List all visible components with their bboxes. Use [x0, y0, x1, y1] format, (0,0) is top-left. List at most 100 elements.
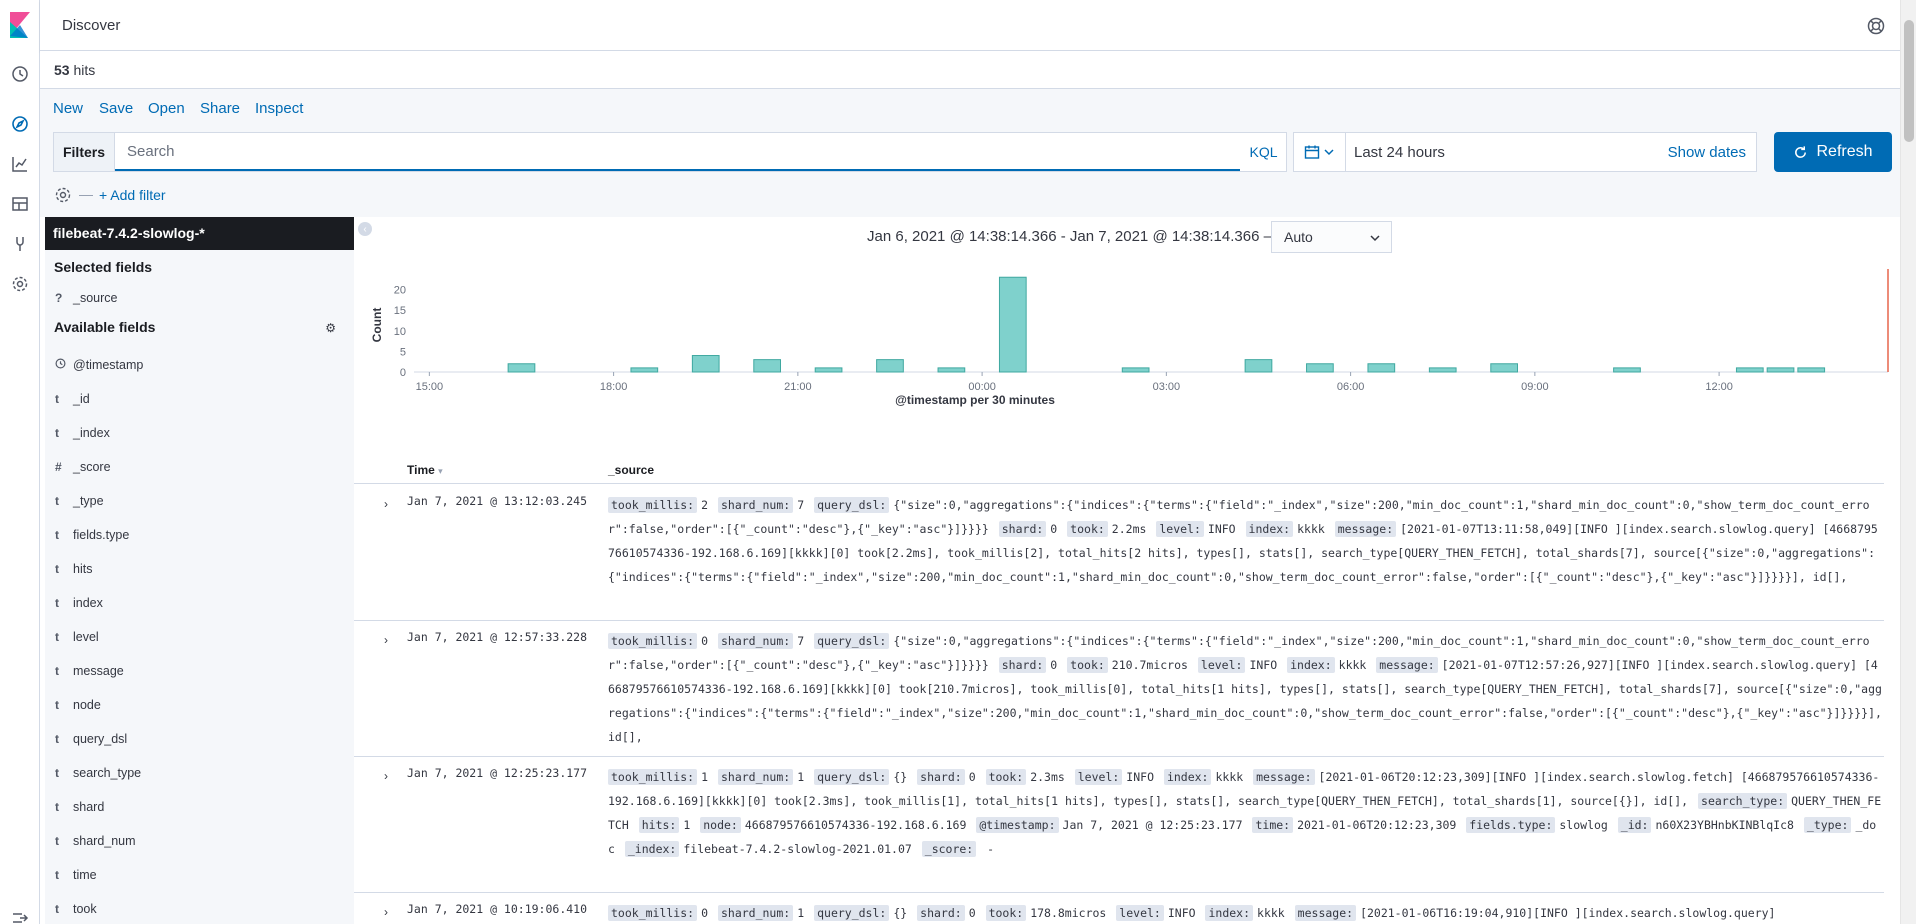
- source-field-key: message:: [1376, 657, 1438, 673]
- management-gear-icon[interactable]: [10, 274, 30, 294]
- source-field-key: message:: [1294, 905, 1357, 921]
- row-source: took_millis: 0 shard_num: 7 query_dsl: {"si…: [608, 629, 1882, 749]
- scrollbar-thumb[interactable]: [1904, 20, 1914, 142]
- field-name: took: [73, 902, 97, 916]
- histogram-chart[interactable]: Count 0 5 10 15 20 15:00 18:00 21:00 00:00 03:00 06…: [372, 269, 1900, 449]
- field-item--index[interactable]: t _index: [53, 426, 110, 440]
- dashboard-icon[interactable]: [10, 194, 30, 214]
- source-field: took: 2.2ms: [1067, 521, 1147, 537]
- expand-row-chevron-icon[interactable]: ›: [384, 497, 388, 511]
- source-field-value: 1: [701, 770, 709, 784]
- field-item-node[interactable]: t node: [53, 698, 101, 712]
- source-field-value: Jan 7, 2021 @ 12:25:23.177: [1062, 818, 1243, 832]
- column-header-source[interactable]: _source: [608, 463, 654, 477]
- field-type-string-icon: t: [55, 392, 59, 406]
- search-input[interactable]: [115, 133, 1240, 171]
- field-item--score[interactable]: # _score: [53, 460, 111, 474]
- interval-select[interactable]: Auto: [1271, 221, 1392, 253]
- table-row: › Jan 7, 2021 @ 13:12:03.245 took_millis: 2…: [354, 485, 1884, 621]
- help-lifebuoy-icon[interactable]: [1866, 16, 1886, 36]
- source-field: shard_num: 1: [717, 769, 805, 785]
- refresh-icon: [1795, 145, 1807, 158]
- field-item-level[interactable]: t level: [53, 630, 99, 644]
- source-field-value: 2: [701, 498, 709, 512]
- expand-row-chevron-icon[interactable]: ›: [384, 905, 388, 919]
- table-header: Time ▾ _source: [354, 460, 1884, 484]
- x-tick-label: 06:00: [1337, 381, 1365, 393]
- source-field: index: kkkk: [1205, 905, 1285, 921]
- source-field-key: message:: [1334, 521, 1397, 537]
- discover-compass-icon[interactable]: [10, 114, 30, 134]
- field-item-time[interactable]: t time: [53, 868, 97, 882]
- page-scrollbar[interactable]: [1900, 0, 1916, 924]
- field-item-shard-num[interactable]: t shard_num: [53, 834, 136, 848]
- menu-open[interactable]: Open: [148, 100, 185, 117]
- source-field-value: 2.3ms: [1030, 770, 1065, 784]
- selected-fields-heading: Selected fields: [54, 259, 153, 275]
- selected-field-item[interactable]: ? _source: [53, 291, 117, 305]
- source-field-key: shard:: [998, 657, 1047, 673]
- column-header-time[interactable]: Time ▾: [407, 463, 443, 477]
- source-field-key: level:: [1074, 769, 1123, 785]
- field-item-fields-type[interactable]: t fields.type: [53, 528, 129, 542]
- field-type-string-icon: t: [55, 596, 59, 610]
- filter-options-gear-icon[interactable]: [53, 185, 73, 205]
- source-field-value: n60X23YBHnbKINBlqIc8: [1655, 818, 1794, 832]
- field-item--id[interactable]: t _id: [53, 392, 90, 406]
- field-item-search-type[interactable]: t search_type: [53, 766, 141, 780]
- show-dates-button[interactable]: Show dates: [1667, 133, 1756, 171]
- refresh-button[interactable]: Refresh: [1774, 132, 1892, 172]
- field-settings-gear-icon[interactable]: ⚙: [325, 321, 336, 335]
- visualize-icon[interactable]: [10, 154, 30, 174]
- collapse-nav-icon[interactable]: [10, 908, 30, 924]
- field-item--timestamp[interactable]: @timestamp: [53, 358, 143, 372]
- field-type-string-icon: t: [55, 494, 59, 508]
- expand-row-chevron-icon[interactable]: ›: [384, 769, 388, 783]
- query-bar: Filters KQL: [53, 132, 1287, 172]
- field-name: shard: [73, 800, 105, 814]
- field-type-string-icon: t: [55, 732, 59, 746]
- field-item-message[interactable]: t message: [53, 664, 124, 678]
- field-item-hits[interactable]: t hits: [53, 562, 92, 576]
- menu-new[interactable]: New: [53, 100, 83, 117]
- expand-row-chevron-icon[interactable]: ›: [384, 633, 388, 647]
- menu-inspect[interactable]: Inspect: [255, 100, 303, 117]
- field-item--type[interactable]: t _type: [53, 494, 104, 508]
- field-item-query-dsl[interactable]: t query_dsl: [53, 732, 127, 746]
- source-field: level: INFO: [1074, 769, 1154, 785]
- source-field: level: INFO: [1116, 905, 1196, 921]
- field-type-string-icon: t: [55, 834, 59, 848]
- histogram-bar: [507, 363, 536, 373]
- source-field-key: index:: [1163, 769, 1212, 785]
- quick-menu-button[interactable]: [1294, 133, 1346, 171]
- field-item-shard[interactable]: t shard: [53, 800, 104, 814]
- recent-clock-icon[interactable]: [10, 64, 30, 84]
- add-filter-button[interactable]: + Add filter: [99, 187, 166, 203]
- interval-value: Auto: [1284, 229, 1313, 245]
- source-field-value: 1: [797, 770, 805, 784]
- time-range-label[interactable]: Last 24 hours: [1346, 133, 1668, 171]
- field-item-index[interactable]: t index: [53, 596, 103, 610]
- source-field-value: INFO: [1167, 906, 1196, 920]
- source-field: query_dsl:{}: [814, 769, 907, 785]
- source-field-key: query_dsl:: [814, 633, 890, 649]
- source-field: node: 466879576610574336-192.168.6.169: [700, 817, 966, 833]
- menu-save[interactable]: Save: [99, 100, 133, 117]
- histogram-bar: [937, 367, 966, 373]
- hits-count: 53 hits: [54, 62, 96, 78]
- collapse-sidebar-icon[interactable]: ‹: [358, 222, 372, 236]
- kibana-logo-icon[interactable]: [10, 12, 30, 38]
- row-source: took_millis: 2 shard_num: 7 query_dsl: {"si…: [608, 493, 1882, 613]
- sort-arrow-icon[interactable]: ▾: [438, 466, 443, 476]
- index-pattern-selector[interactable]: filebeat-7.4.2-slowlog-*: [45, 217, 354, 250]
- field-item-took[interactable]: t took: [53, 902, 97, 916]
- source-field-value: 2.2ms: [1111, 522, 1147, 536]
- x-tick-label: 03:00: [1153, 381, 1181, 393]
- menu-share[interactable]: Share: [200, 100, 240, 117]
- kql-toggle-button[interactable]: KQL: [1240, 133, 1286, 171]
- source-field: shard_num: 1: [717, 905, 804, 921]
- dev-tools-icon[interactable]: [10, 234, 30, 254]
- field-name: query_dsl: [73, 732, 128, 746]
- y-tick-label: 10: [394, 326, 406, 338]
- source-field: took: 178.8micros: [985, 905, 1106, 921]
